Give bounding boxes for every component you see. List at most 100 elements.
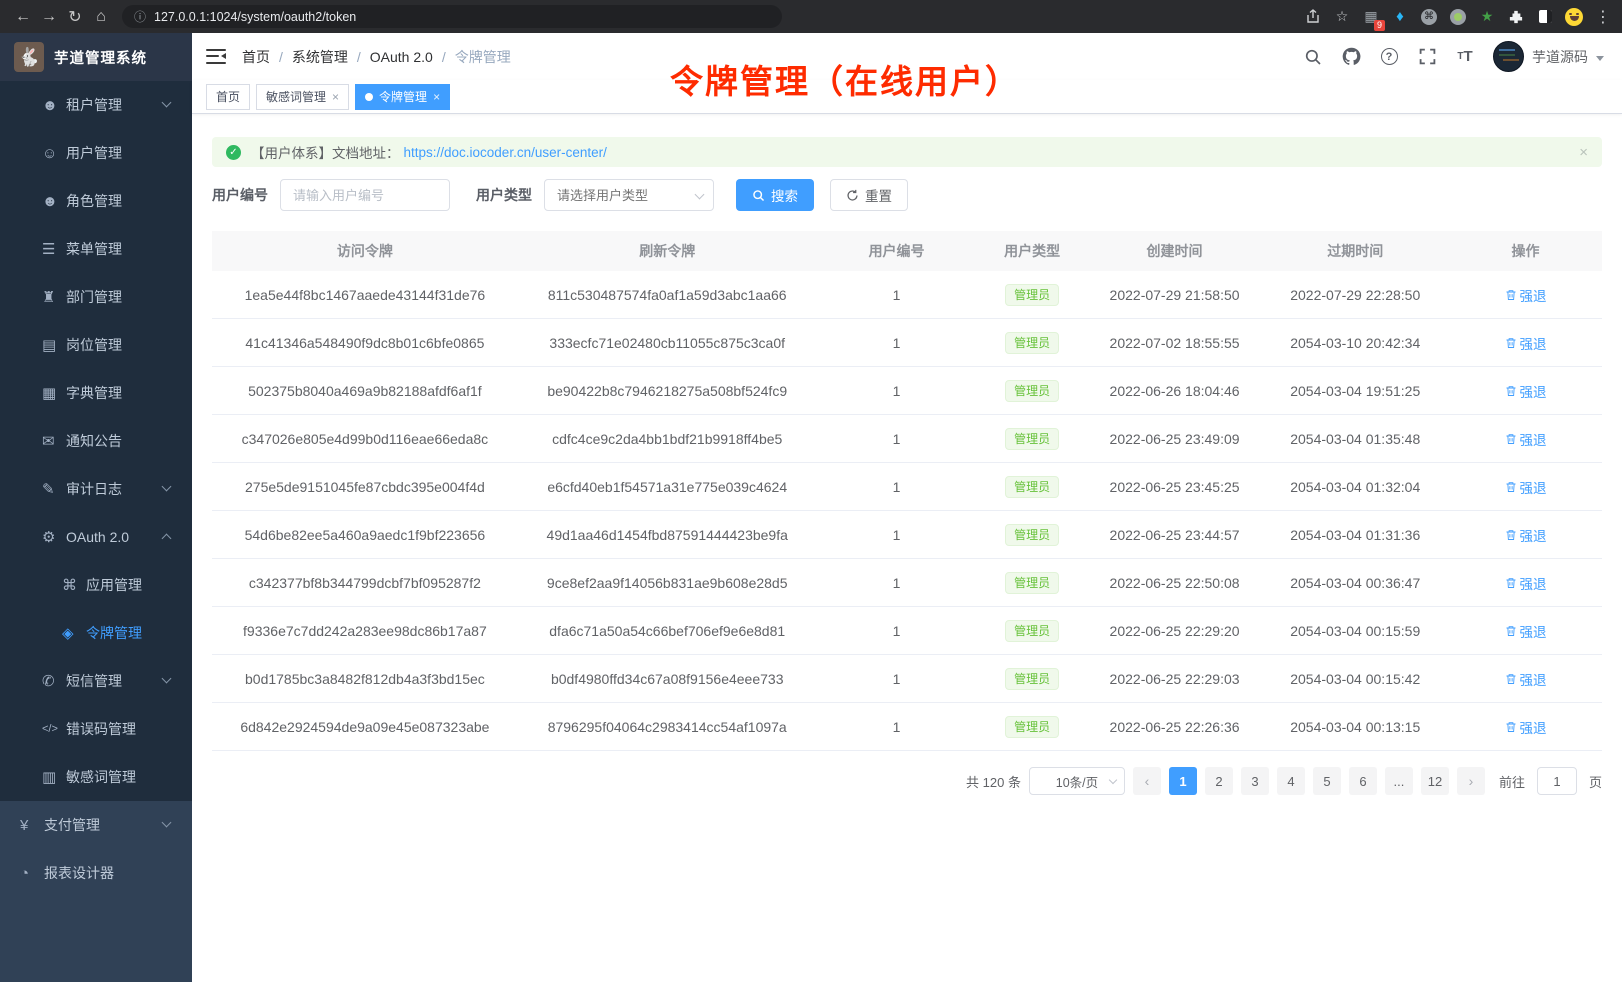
extension-badge: 9	[1374, 20, 1385, 31]
sidebar-item-app-manage[interactable]: ⌘ 应用管理	[0, 561, 192, 609]
sidebar-item-error-code[interactable]: </> 错误码管理	[0, 705, 192, 753]
force-logout-button[interactable]: 强退	[1505, 669, 1547, 689]
table-row: 6d842e2924594de9a09e45e087323abe 8796295…	[212, 703, 1602, 751]
user-type-badge: 管理员	[1005, 380, 1059, 402]
filter-form: 用户编号 用户类型 搜索 重置	[212, 179, 1602, 211]
force-logout-button[interactable]: 强退	[1505, 573, 1547, 593]
search-icon[interactable]	[1303, 47, 1323, 67]
error-code-icon: </>	[42, 723, 66, 735]
page-button[interactable]: 4	[1277, 767, 1305, 795]
breadcrumb-current: 令牌管理	[455, 47, 511, 67]
force-logout-button[interactable]: 强退	[1505, 621, 1547, 641]
sidebar-item-post[interactable]: ▤ 岗位管理	[0, 321, 192, 369]
sidebar-item-audit-log[interactable]: ✎ 审计日志	[0, 465, 192, 513]
browser-reload-icon[interactable]: ↻	[62, 4, 88, 30]
page-button[interactable]: 3	[1241, 767, 1269, 795]
sidebar-item-oauth[interactable]: ⚙ OAuth 2.0	[0, 513, 192, 561]
extension-star-icon[interactable]: ★	[1478, 8, 1496, 26]
table-row: b0d1785bc3a8482f812db4a3f3bd15ec b0df498…	[212, 655, 1602, 703]
font-size-icon[interactable]: TT	[1455, 47, 1475, 67]
tab-home[interactable]: 首页	[206, 84, 250, 110]
sidebar-item-sensitive-word[interactable]: ▥ 敏感词管理	[0, 753, 192, 801]
table-row: 1ea5e44f8bc1467aaede43144f31de76 811c530…	[212, 271, 1602, 319]
tab-sensitive-word[interactable]: 敏感词管理 ×	[256, 84, 349, 110]
user-type-select[interactable]	[544, 179, 714, 211]
force-logout-button[interactable]: 强退	[1505, 381, 1547, 401]
table-header: 访问令牌 刷新令牌 用户编号 用户类型 创建时间 过期时间 操作	[212, 231, 1602, 271]
close-icon[interactable]: ×	[1579, 144, 1588, 161]
force-logout-button[interactable]: 强退	[1505, 285, 1547, 305]
goto-page-input[interactable]	[1537, 767, 1577, 795]
table-row: 275e5de9151045fe87cbdc395e004f4d e6cfd40…	[212, 463, 1602, 511]
users-icon: ☻	[42, 97, 66, 114]
oauth-robot-icon: ⚙	[42, 528, 66, 546]
sidebar-item-token-manage[interactable]: ◈ 令牌管理	[0, 609, 192, 657]
sidebar-item-notice[interactable]: ✉ 通知公告	[0, 417, 192, 465]
fullscreen-icon[interactable]	[1417, 47, 1437, 67]
user-icon: ☺	[42, 145, 66, 162]
browser-menu-icon[interactable]: ⋮	[1594, 8, 1612, 26]
profile-avatar-icon[interactable]	[1565, 8, 1583, 26]
tab-token-manage[interactable]: 令牌管理 ×	[355, 84, 450, 110]
force-logout-button[interactable]: 强退	[1505, 429, 1547, 449]
sidebar-item-role[interactable]: ☻ 角色管理	[0, 177, 192, 225]
user-id-input[interactable]	[280, 179, 450, 211]
page-button[interactable]: 12	[1421, 767, 1449, 795]
extension-record-icon[interactable]	[1449, 8, 1467, 26]
sidebar-item-user[interactable]: ☺ 用户管理	[0, 129, 192, 177]
doc-link[interactable]: https://doc.iocoder.cn/user-center/	[404, 145, 607, 160]
extension-contrast-icon[interactable]	[1536, 8, 1554, 26]
sidebar-item-dept[interactable]: ♜ 部门管理	[0, 273, 192, 321]
share-icon[interactable]	[1304, 8, 1322, 26]
site-info-icon[interactable]: ⓘ	[134, 8, 146, 25]
github-icon[interactable]	[1341, 47, 1361, 67]
force-logout-button[interactable]: 强退	[1505, 333, 1547, 353]
bookmark-star-icon[interactable]: ☆	[1333, 8, 1351, 26]
user-menu[interactable]: 芋道源码	[1493, 41, 1604, 72]
user-type-badge: 管理员	[1005, 620, 1059, 642]
user-type-badge: 管理员	[1005, 284, 1059, 306]
extension-command-icon[interactable]: ⌘	[1420, 8, 1438, 26]
search-button[interactable]: 搜索	[736, 179, 814, 211]
sidebar-toggle-icon[interactable]	[206, 49, 226, 65]
sidebar-item-sms[interactable]: ✆ 短信管理	[0, 657, 192, 705]
menu-tree-icon: ☰	[42, 240, 66, 258]
sidebar-item-menu[interactable]: ☰ 菜单管理	[0, 225, 192, 273]
help-icon[interactable]: ?	[1379, 47, 1399, 67]
extension-gem-icon[interactable]: ♦	[1391, 8, 1409, 26]
audit-log-icon: ✎	[42, 480, 66, 498]
chevron-down-icon	[162, 482, 172, 492]
page-button[interactable]: 5	[1313, 767, 1341, 795]
sidebar-item-tenant[interactable]: ☻ 租户管理	[0, 81, 192, 129]
force-logout-button[interactable]: 强退	[1505, 477, 1547, 497]
page-button[interactable]: 6	[1349, 767, 1377, 795]
browser-home-icon[interactable]: ⌂	[88, 4, 114, 30]
browser-address-bar[interactable]: ⓘ 127.0.0.1:1024/system/oauth2/token	[122, 5, 782, 28]
app-logo[interactable]: 芋道管理系统	[0, 33, 192, 81]
page-button[interactable]: 2	[1205, 767, 1233, 795]
next-page-button[interactable]: ›	[1457, 767, 1485, 795]
browser-forward-icon[interactable]: →	[36, 4, 62, 30]
force-logout-button[interactable]: 强退	[1505, 717, 1547, 737]
page-ellipsis[interactable]: ...	[1385, 767, 1413, 795]
table-row: 41c41346a548490f9dc8b01c6bfe0865 333ecfc…	[212, 319, 1602, 367]
page-size-select[interactable]: 10条/页	[1029, 767, 1125, 795]
sidebar-item-report-designer[interactable]: ◔ 报表设计器	[0, 849, 192, 897]
token-signal-icon: ◈	[62, 624, 86, 642]
breadcrumb-oauth[interactable]: OAuth 2.0	[370, 49, 433, 65]
extension-tabgrid-icon[interactable]: ▦ 9	[1362, 8, 1380, 26]
success-check-icon: ✓	[226, 145, 241, 160]
browser-back-icon[interactable]: ←	[10, 4, 36, 30]
sidebar-item-payment[interactable]: ¥ 支付管理	[0, 801, 192, 849]
close-icon[interactable]: ×	[332, 90, 339, 104]
force-logout-button[interactable]: 强退	[1505, 525, 1547, 545]
breadcrumb-home[interactable]: 首页	[242, 47, 270, 67]
user-type-badge: 管理员	[1005, 572, 1059, 594]
sidebar-item-dict[interactable]: ▦ 字典管理	[0, 369, 192, 417]
extensions-puzzle-icon[interactable]	[1507, 8, 1525, 26]
close-icon[interactable]: ×	[433, 90, 440, 104]
page-button[interactable]: 1	[1169, 767, 1197, 795]
prev-page-button[interactable]: ‹	[1133, 767, 1161, 795]
breadcrumb-system[interactable]: 系统管理	[292, 47, 348, 67]
reset-button[interactable]: 重置	[830, 179, 908, 211]
